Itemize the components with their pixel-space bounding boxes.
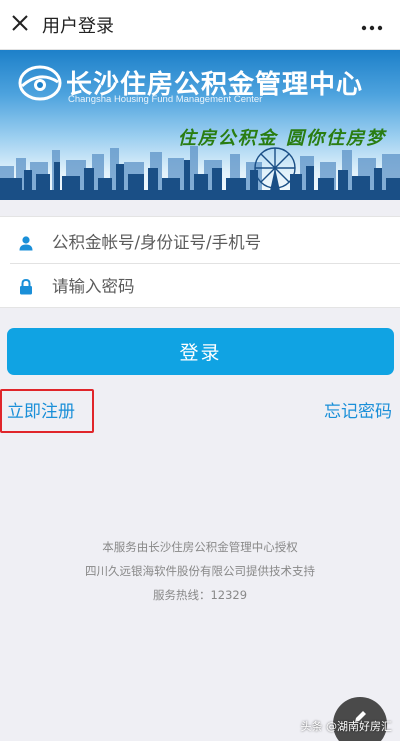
password-row bbox=[0, 264, 400, 309]
account-input[interactable] bbox=[52, 233, 400, 252]
login-form bbox=[0, 216, 400, 308]
eye-logo-icon bbox=[18, 65, 62, 101]
lock-icon bbox=[0, 278, 52, 295]
account-row bbox=[0, 220, 400, 265]
register-link[interactable]: 立即注册 bbox=[7, 397, 75, 422]
page-title: 用户登录 bbox=[42, 15, 114, 37]
password-input[interactable] bbox=[52, 277, 400, 296]
forgot-password-link[interactable]: 忘记密码 bbox=[324, 397, 392, 422]
close-icon bbox=[11, 14, 29, 36]
close-button[interactable] bbox=[0, 0, 40, 50]
footer-hotline-text: 服务热线：12329 bbox=[152, 588, 248, 602]
header-banner: 长沙住房公积金管理中心 Changsha Housing Fund Manage… bbox=[0, 50, 400, 200]
top-bar: 用户登录 bbox=[0, 0, 400, 50]
watermark: 头条 @湖南好房汇 bbox=[300, 720, 393, 733]
login-button[interactable]: 登录 bbox=[7, 328, 394, 375]
footer-authorization-text: 本服务由长沙住房公积金管理中心授权 bbox=[102, 540, 298, 554]
footer-support-text: 四川久远银海软件股份有限公司提供技术支持 bbox=[85, 564, 315, 578]
banner-slogan: 住房公积金 圆你住房梦 bbox=[177, 128, 386, 149]
org-name-english: Changsha Housing Fund Management Center bbox=[68, 94, 263, 105]
user-icon bbox=[0, 235, 52, 251]
more-horizontal-icon bbox=[361, 16, 383, 35]
more-button[interactable] bbox=[358, 14, 386, 36]
